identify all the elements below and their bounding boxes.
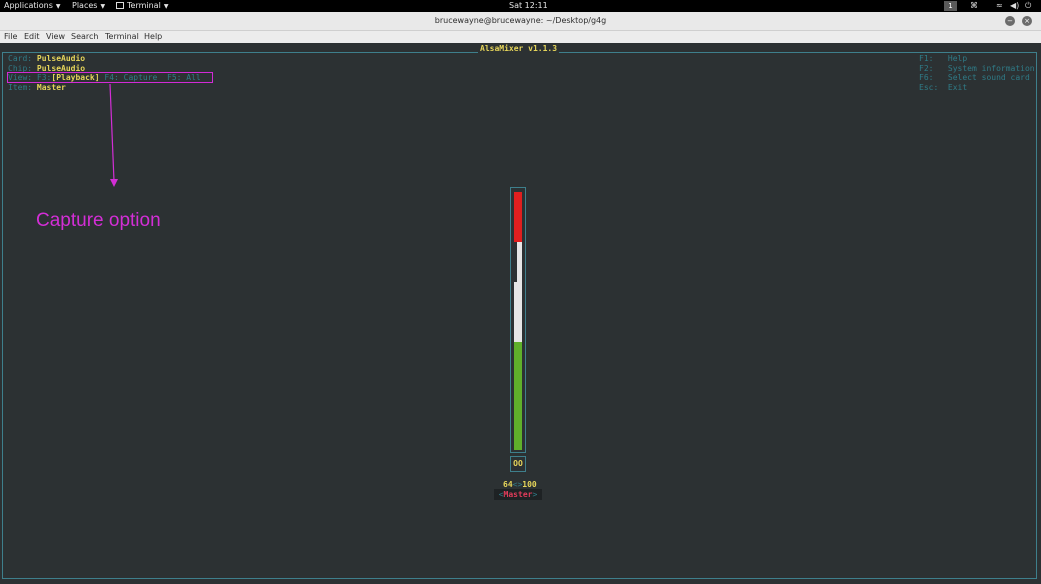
master-volume-bar[interactable] [510,187,526,453]
clock[interactable]: Sat 12:11 [509,0,548,12]
top-panel: Applications ▼ Places ▼ Terminal ▼ Sat 12:1… [0,0,1041,12]
menu-bar: File Edit View Search Terminal Help [0,31,1041,43]
help-esc-key: Esc: [919,83,939,92]
terminal-label: Terminal [127,1,161,10]
menu-terminal[interactable]: Terminal [105,31,139,43]
volume-segment-high [514,192,522,242]
control-name[interactable]: <Master> [494,489,542,500]
help-esc-text: Exit [947,83,968,92]
mute-toggle[interactable]: OO [510,456,526,472]
volume-left: 64 [503,480,513,489]
menu-file[interactable]: File [4,31,17,43]
help-f2-key: F2: [919,64,934,73]
volume-segment-low [514,342,522,450]
volume-separator: <> [512,480,523,489]
help-f2-text: System information [947,64,1035,73]
volume-level-track [514,192,522,450]
help-f6-key: F6: [919,73,934,82]
annotation-text: Capture option [36,210,161,231]
close-button[interactable]: × [1022,16,1032,26]
workspace-indicator[interactable]: 1 [944,1,957,11]
wifi-icon[interactable]: ≈ [996,1,1003,11]
power-icon[interactable]: ⏻ [1025,1,1031,11]
applications-label: Applications [4,1,53,10]
control-name-label: Master [503,490,533,499]
chevron-down-icon: ▼ [163,3,169,10]
help-f1-key: F1: [919,54,934,63]
left-channel-gap [514,242,517,282]
menu-view[interactable]: View [46,31,65,43]
help-esc: Esc: Exit [919,83,967,93]
network-wired-icon[interactable]: ⌘ [970,1,978,11]
control-right-marker: > [532,490,538,499]
window-titlebar[interactable]: brucewayne@brucewayne: ~/Desktop/g4g − × [0,12,1041,31]
volume-segment-mid [514,282,522,342]
help-f1: F1: Help [919,54,967,64]
minimize-button[interactable]: − [1005,16,1015,26]
volume-right: 100 [522,480,537,489]
terminal-icon [116,2,124,9]
volume-icon[interactable]: ◀) [1010,1,1019,11]
menu-search[interactable]: Search [71,31,98,43]
help-f1-text: Help [947,54,968,63]
mute-value: OO [513,459,523,468]
menu-help[interactable]: Help [144,31,162,43]
help-f6-text: Select sound card [947,73,1030,82]
chevron-down-icon: ▼ [100,3,106,10]
chevron-down-icon: ▼ [55,3,61,10]
window-title: brucewayne@brucewayne: ~/Desktop/g4g [434,16,607,25]
alsamixer-title: AlsaMixer v1.1.3 [478,44,560,54]
menu-edit[interactable]: Edit [24,31,40,43]
places-label: Places [72,1,98,10]
terminal-area[interactable]: AlsaMixer v1.1.3 Card: PulseAudio Chip: … [0,43,1041,584]
help-f6: F6: Select sound card [919,73,1030,83]
